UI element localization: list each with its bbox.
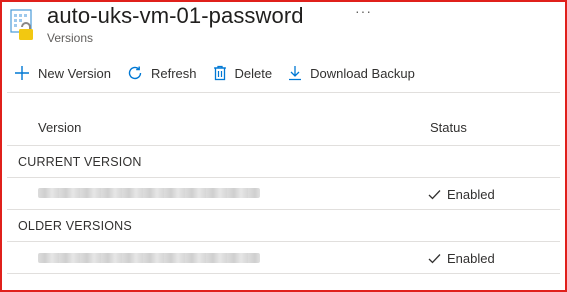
column-header-version[interactable]: Version [38, 120, 81, 135]
section-divider [7, 177, 560, 178]
column-header-status[interactable]: Status [430, 120, 467, 135]
status-cell: Enabled [428, 251, 495, 266]
section-divider [7, 241, 560, 242]
section-current-version: CURRENT VERSION [18, 155, 142, 169]
section-older-versions: OLDER VERSIONS [18, 219, 132, 233]
blade-header: auto-uks-vm-01-password ··· Versions [7, 3, 557, 47]
download-icon [289, 66, 302, 81]
status-text: Enabled [447, 187, 495, 202]
plus-icon [15, 66, 29, 80]
row-divider [7, 209, 560, 210]
trash-icon [213, 65, 226, 81]
refresh-button[interactable]: Refresh [127, 65, 197, 81]
page-title: auto-uks-vm-01-password [47, 3, 304, 28]
refresh-icon [128, 66, 142, 80]
key-vault-secret-icon [10, 9, 37, 41]
checkmark-icon [428, 254, 441, 264]
delete-label: Delete [234, 65, 273, 81]
new-version-button[interactable]: New Version [14, 65, 111, 81]
download-backup-button[interactable]: Download Backup [288, 65, 415, 81]
header-divider [7, 145, 560, 146]
new-version-label: New Version [38, 65, 111, 81]
command-bar: New Version Refresh Delete Download Back… [14, 61, 431, 85]
row-divider [7, 273, 560, 274]
version-id-redacted[interactable] [38, 188, 260, 198]
status-cell: Enabled [428, 187, 495, 202]
version-id-redacted[interactable] [38, 253, 260, 263]
download-backup-label: Download Backup [310, 65, 415, 81]
checkmark-icon [428, 190, 441, 200]
status-text: Enabled [447, 251, 495, 266]
toolbar-divider [7, 92, 560, 93]
page-subtitle: Versions [47, 31, 94, 45]
more-options-button[interactable]: ··· [355, 3, 372, 19]
delete-button[interactable]: Delete [213, 65, 273, 81]
refresh-label: Refresh [150, 65, 197, 81]
